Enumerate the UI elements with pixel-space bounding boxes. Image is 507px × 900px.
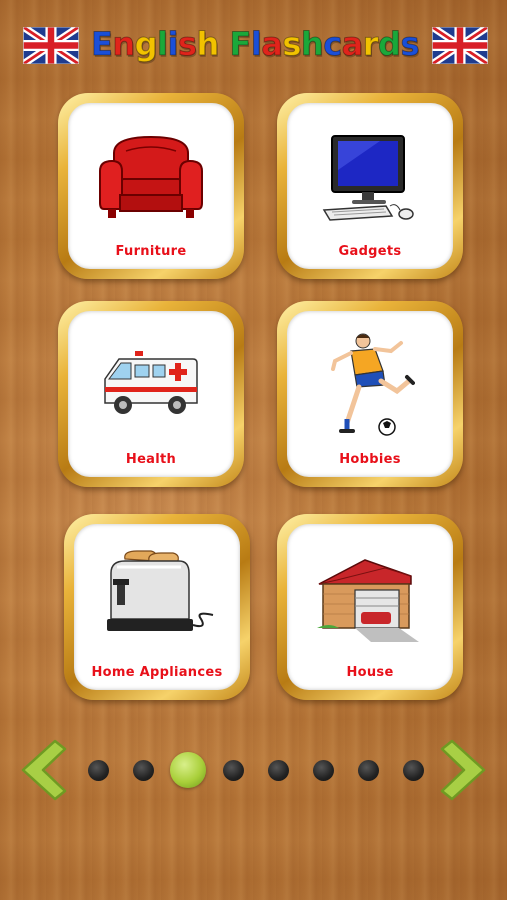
title-letter: s bbox=[177, 25, 197, 64]
category-card-furniture[interactable]: Furniture bbox=[58, 93, 244, 279]
page-dot[interactable] bbox=[403, 760, 424, 781]
page-dot[interactable] bbox=[268, 760, 289, 781]
card-face: Furniture bbox=[68, 103, 234, 269]
title-letter: n bbox=[112, 25, 136, 64]
page-dot[interactable] bbox=[88, 760, 109, 781]
title-letter bbox=[219, 25, 230, 63]
card-face: Home Appliances bbox=[74, 524, 240, 690]
house-icon bbox=[317, 559, 419, 642]
title-letter: g bbox=[134, 25, 158, 64]
title-letter: h bbox=[300, 25, 324, 64]
category-card-hobbies[interactable]: Hobbies bbox=[277, 301, 463, 487]
ambulance-icon bbox=[104, 351, 198, 414]
category-card-house[interactable]: House bbox=[277, 514, 463, 700]
header: English Flashcards bbox=[0, 0, 507, 90]
title-letter: d bbox=[378, 25, 402, 64]
category-label: House bbox=[346, 665, 394, 680]
previous-page-arrow-icon[interactable] bbox=[15, 737, 75, 803]
title-letter: s bbox=[282, 25, 302, 64]
category-label: Furniture bbox=[115, 244, 187, 259]
category-card-home-appliances[interactable]: Home Appliances bbox=[64, 514, 250, 700]
title-letter: s bbox=[400, 25, 420, 64]
page-dot[interactable] bbox=[313, 760, 334, 781]
card-face: Gadgets bbox=[287, 103, 453, 269]
uk-flag-icon bbox=[23, 27, 79, 64]
category-label: Health bbox=[125, 452, 177, 467]
card-face: House bbox=[287, 524, 453, 690]
category-card-health[interactable]: Health bbox=[58, 301, 244, 487]
category-label: Home Appliances bbox=[91, 665, 223, 680]
category-card-gadgets[interactable]: Gadgets bbox=[277, 93, 463, 279]
soccer-player-icon bbox=[331, 333, 415, 436]
title-letter: E bbox=[90, 25, 113, 64]
toaster-icon bbox=[107, 550, 214, 631]
card-face: Hobbies bbox=[287, 311, 453, 477]
page-dot[interactable] bbox=[223, 760, 244, 781]
category-label: Gadgets bbox=[338, 244, 402, 259]
title-letter: l bbox=[250, 25, 262, 64]
title-letter: a bbox=[261, 25, 284, 64]
title-letter: h bbox=[196, 25, 220, 64]
category-label: Hobbies bbox=[339, 452, 401, 467]
title-letter: c bbox=[323, 25, 343, 64]
title-letter: a bbox=[341, 25, 364, 64]
armchair-icon bbox=[99, 135, 203, 218]
app-title: English Flashcards bbox=[88, 18, 422, 70]
uk-flag-icon bbox=[432, 27, 488, 64]
title-letter: r bbox=[362, 25, 379, 64]
computer-icon bbox=[322, 135, 414, 221]
next-page-arrow-icon[interactable] bbox=[432, 737, 492, 803]
title-letter: l bbox=[157, 25, 169, 64]
card-face: Health bbox=[68, 311, 234, 477]
page-dot-active[interactable] bbox=[170, 752, 206, 788]
page-dot[interactable] bbox=[133, 760, 154, 781]
title-letter: F bbox=[229, 25, 252, 64]
title-letter: i bbox=[167, 25, 179, 64]
page-dot[interactable] bbox=[358, 760, 379, 781]
